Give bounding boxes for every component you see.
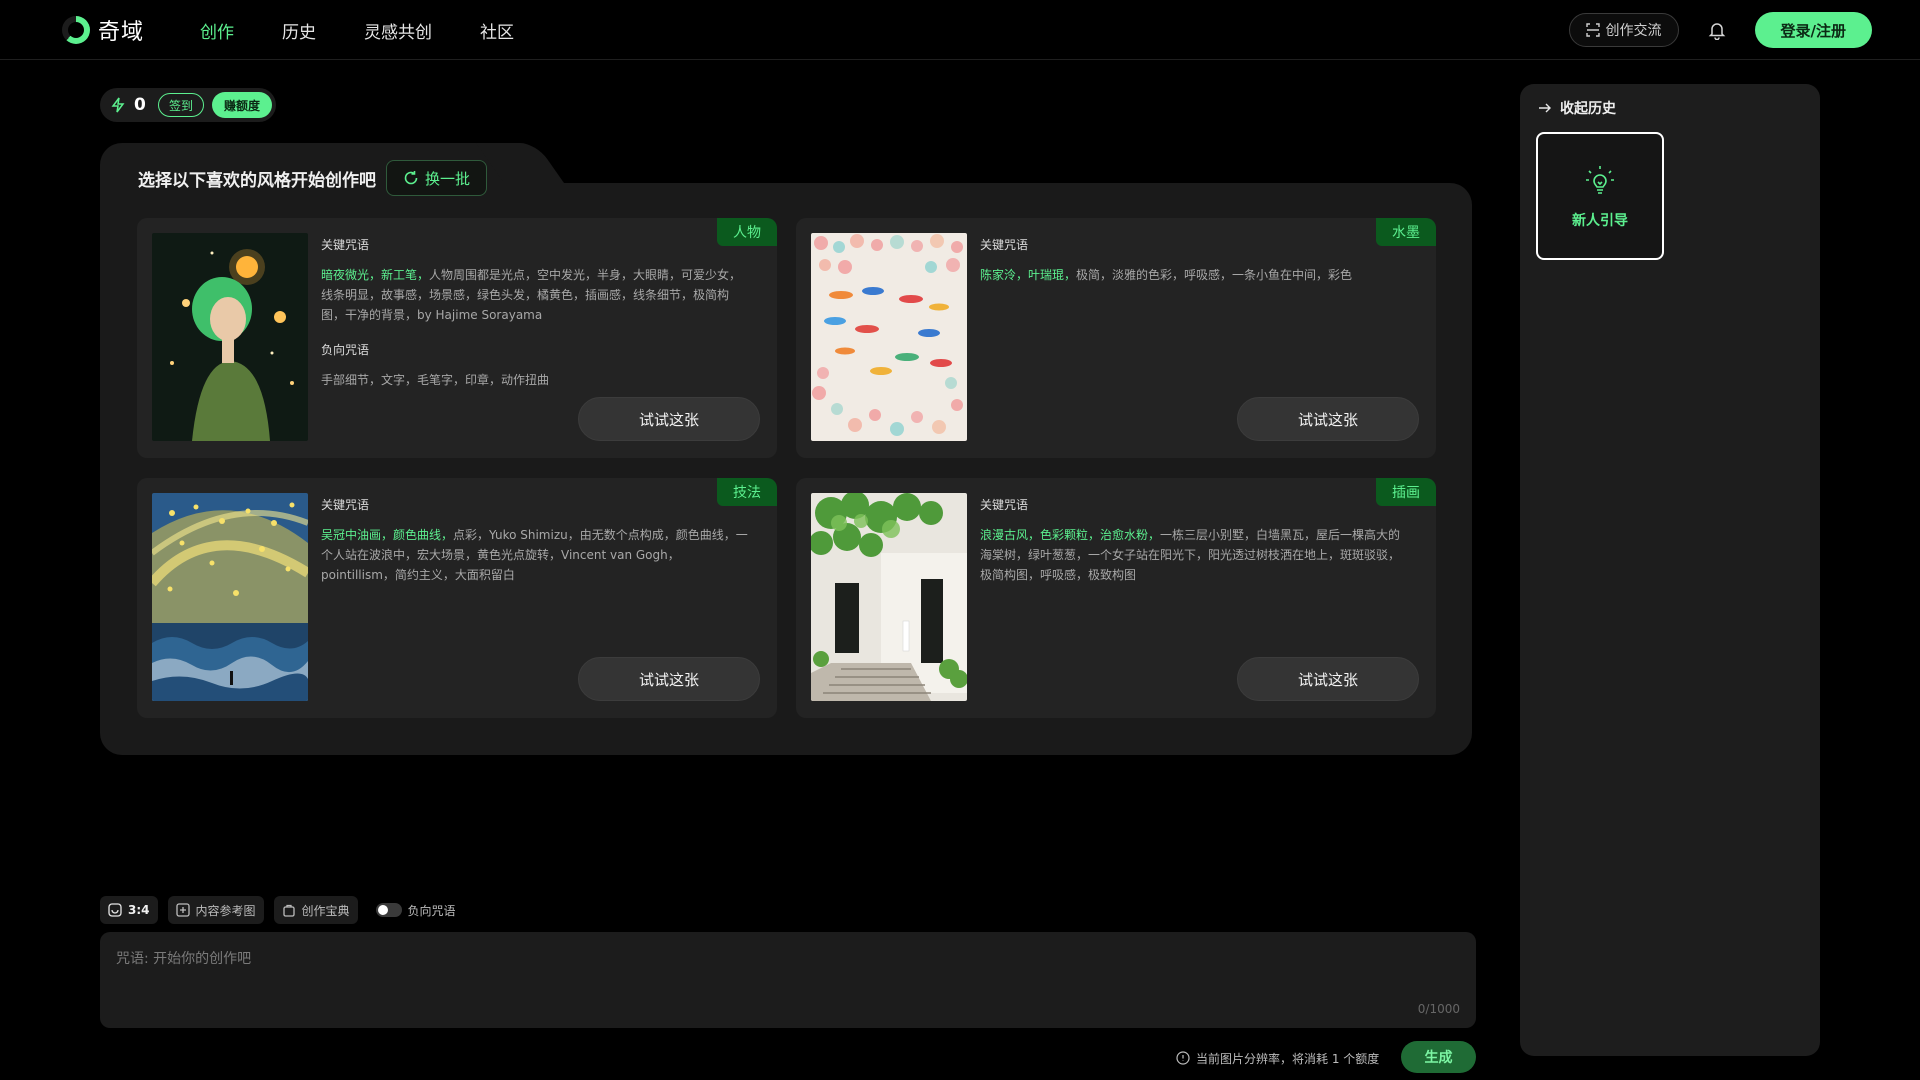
- add-image-icon: [175, 903, 190, 917]
- try-this-button[interactable]: 试试这张: [578, 397, 760, 441]
- style-card-body: 关键咒语 吴冠中油画，颜色曲线，点彩，Yuko Shimizu，由无数个点构成，…: [321, 496, 751, 601]
- bell-icon: [1708, 23, 1725, 40]
- key-prompt-text: 陈家泠，叶瑞琨，极简，淡雅的色彩，呼吸感，一条小鱼在中间，彩色: [980, 265, 1410, 285]
- style-card-body: 关键咒语 暗夜微光，新工笔，人物周围都是光点，空中发光，半身，大眼睛，可爱少女，…: [321, 236, 751, 406]
- lightning-icon: [111, 97, 125, 113]
- aspect-ratio-icon: [108, 903, 122, 917]
- creation-handbook-button[interactable]: 创作宝典: [273, 896, 358, 924]
- creation-handbook-label: 创作宝典: [301, 903, 350, 918]
- style-card-image: [811, 493, 967, 701]
- prompt-input[interactable]: [116, 944, 1416, 974]
- key-prompt-highlight: 浪漫古风，色彩颗粒，治愈水粉，: [980, 528, 1161, 542]
- style-card-image: [811, 233, 967, 441]
- login-register-button[interactable]: 登录/注册: [1754, 12, 1872, 48]
- refresh-batch-button[interactable]: 换一批: [386, 160, 488, 196]
- quota-count: 0: [134, 95, 146, 115]
- negative-prompt-text: 手部细节，文字，毛笔字，印章，动作扭曲: [321, 373, 550, 387]
- cost-note-text: 当前图片分辨率，将消耗 1 个额度: [1196, 1051, 1380, 1066]
- quota-strip: 0 签到 赚额度: [100, 88, 277, 122]
- nav-item-community[interactable]: 社区: [480, 18, 514, 43]
- earn-quota-button[interactable]: 赚额度: [212, 92, 273, 118]
- key-prompt-text: 浪漫古风，色彩颗粒，治愈水粉，一栋三层小别墅，白墙黑瓦，屋后一棵高大的海棠树，绿…: [980, 525, 1410, 585]
- key-prompt-text: 吴冠中油画，颜色曲线，点彩，Yuko Shimizu，由无数个点构成，颜色曲线，…: [321, 525, 751, 585]
- nav-item-create[interactable]: 创作: [200, 18, 234, 43]
- creation-chat-button[interactable]: 创作交流: [1568, 13, 1679, 47]
- newbie-guide-label: 新人引导: [1572, 213, 1628, 229]
- refresh-batch-label: 换一批: [425, 169, 471, 188]
- top-navigation-bar: 奇域 创作 历史 灵感共创 社区 创作交流 登录/注册: [0, 0, 1920, 60]
- collapse-history-label: 收起历史: [1560, 101, 1616, 117]
- try-this-button[interactable]: 试试这张: [578, 657, 760, 701]
- header-actions: 创作交流 登录/注册: [1568, 12, 1872, 48]
- style-card[interactable]: 水墨 关键咒语 陈家泠，叶瑞琨，极简，淡雅的色彩，呼吸感，一条小鱼在中间，彩色 …: [796, 218, 1436, 458]
- refresh-icon: [404, 171, 418, 185]
- creation-chat-label: 创作交流: [1605, 23, 1662, 39]
- reference-image-button[interactable]: 内容参考图: [167, 896, 264, 924]
- logo-mark-icon: [62, 16, 90, 44]
- brand-name: 奇域: [98, 20, 145, 45]
- aspect-ratio-button[interactable]: 3:4: [100, 896, 158, 924]
- reference-image-label: 内容参考图: [195, 903, 256, 918]
- notification-button[interactable]: [1697, 12, 1737, 48]
- history-sidebar: 收起历史 新人引导: [1520, 84, 1820, 1056]
- key-prompt-text: 暗夜微光，新工笔，人物周围都是光点，空中发光，半身，大眼睛，可爱少女，线条明显，…: [321, 265, 751, 325]
- prompt-char-counter: 0/1000: [1417, 1002, 1460, 1016]
- prompt-toolbar: 3:4 内容参考图 创作宝典 负向咒语: [100, 896, 464, 924]
- key-prompt-rest: 极简，淡雅的色彩，呼吸感，一条小鱼在中间，彩色: [1076, 268, 1353, 282]
- negative-prompt-toggle-label: 负向咒语: [407, 903, 456, 918]
- style-card[interactable]: 人物 关键咒语 暗夜微光，新工笔，人物周围都是光点，空中发光，半身，大眼睛，可爱…: [137, 218, 777, 458]
- style-card[interactable]: 插画 关键咒语 浪漫古风，色彩颗粒，治愈水粉，一栋三层小别墅，白墙黑瓦，屋后一棵…: [796, 478, 1436, 718]
- style-card-body: 关键咒语 陈家泠，叶瑞琨，极简，淡雅的色彩，呼吸感，一条小鱼在中间，彩色: [980, 236, 1410, 301]
- style-card[interactable]: 技法 关键咒语 吴冠中油画，颜色曲线，点彩，Yuko Shimizu，由无数个点…: [137, 478, 777, 718]
- key-prompt-highlight: 吴冠中油画，颜色曲线，: [321, 528, 454, 542]
- style-card-body: 关键咒语 浪漫古风，色彩颗粒，治愈水粉，一栋三层小别墅，白墙黑瓦，屋后一棵高大的…: [980, 496, 1410, 601]
- negative-prompt-heading: 负向咒语: [321, 343, 370, 357]
- generate-button[interactable]: 生成: [1401, 1041, 1476, 1073]
- checkin-button[interactable]: 签到: [158, 93, 205, 117]
- main-nav: 创作 历史 灵感共创 社区: [200, 0, 514, 60]
- style-panel-title: 选择以下喜欢的风格开始创作吧: [138, 171, 376, 191]
- toggle-switch[interactable]: [375, 903, 402, 917]
- try-this-button[interactable]: 试试这张: [1237, 657, 1419, 701]
- key-prompt-heading: 关键咒语: [321, 498, 370, 512]
- collapse-history-button[interactable]: 收起历史: [1538, 98, 1616, 118]
- key-prompt-heading: 关键咒语: [980, 498, 1029, 512]
- bag-icon: [282, 904, 295, 917]
- aspect-ratio-label: 3:4: [128, 903, 150, 917]
- key-prompt-highlight: 暗夜微光，新工笔，: [321, 268, 430, 282]
- prompt-box: 0/1000: [100, 932, 1476, 1028]
- info-icon: [1176, 1051, 1190, 1065]
- arrow-right-icon: [1539, 103, 1551, 113]
- nav-item-history[interactable]: 历史: [282, 18, 316, 43]
- key-prompt-highlight: 陈家泠，叶瑞琨，: [980, 268, 1077, 282]
- scan-frame-icon: [1585, 23, 1600, 37]
- lightbulb-icon: [1586, 166, 1614, 194]
- style-card-image: [152, 233, 308, 441]
- key-prompt-heading: 关键咒语: [321, 238, 370, 252]
- brand-logo[interactable]: 奇域: [62, 14, 144, 46]
- negative-prompt-toggle[interactable]: 负向咒语: [368, 896, 464, 924]
- newbie-guide-card[interactable]: 新人引导: [1536, 132, 1664, 260]
- nav-item-inspiration[interactable]: 灵感共创: [364, 18, 432, 43]
- try-this-button[interactable]: 试试这张: [1237, 397, 1419, 441]
- key-prompt-heading: 关键咒语: [980, 238, 1029, 252]
- style-card-image: [152, 493, 308, 701]
- cost-note: 当前图片分辨率，将消耗 1 个额度: [1176, 1044, 1379, 1072]
